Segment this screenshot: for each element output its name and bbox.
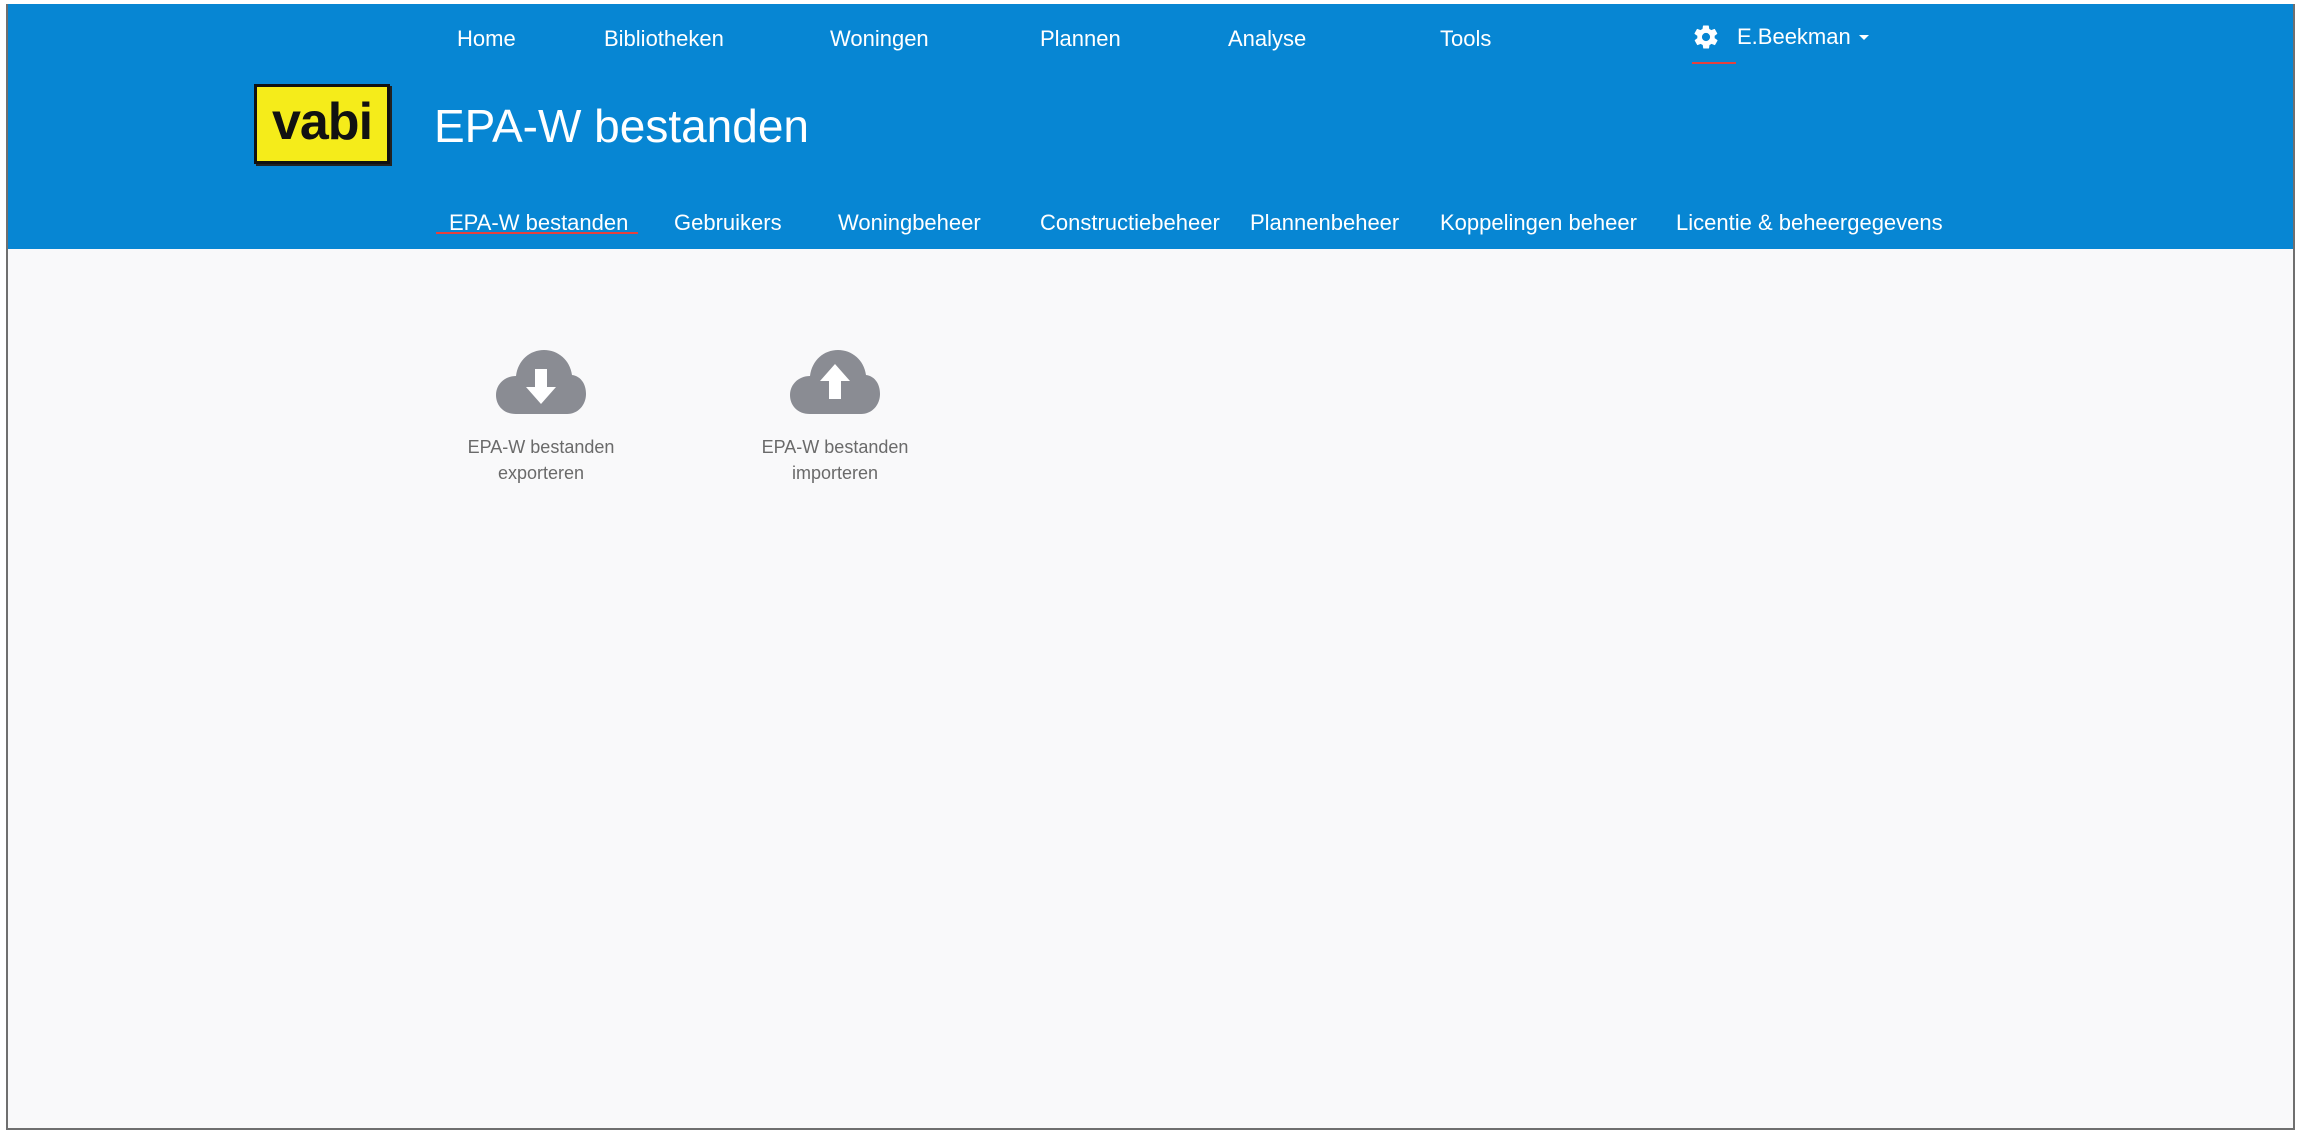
nav-tools[interactable]: Tools xyxy=(1440,26,1491,52)
cloud-upload-icon xyxy=(790,350,880,414)
subnav-woningbeheer[interactable]: Woningbeheer xyxy=(838,210,981,236)
gear-icon xyxy=(1694,25,1718,49)
logo-text: vabi xyxy=(271,93,373,151)
caret-down-icon xyxy=(1858,34,1869,40)
export-label-line1: EPA-W bestanden xyxy=(467,437,615,457)
subnav-koppelingen-beheer[interactable]: Koppelingen beheer xyxy=(1440,210,1637,236)
import-label-line2: importeren xyxy=(791,463,879,483)
subnav-plannenbeheer[interactable]: Plannenbeheer xyxy=(1250,210,1399,236)
nav-woningen[interactable]: Woningen xyxy=(830,26,929,52)
export-label: EPA-W bestanden exporteren xyxy=(441,434,641,486)
vabi-logo: vabi xyxy=(254,84,390,164)
nav-bibliotheken[interactable]: Bibliotheken xyxy=(604,26,724,52)
nav-plannen[interactable]: Plannen xyxy=(1040,26,1121,52)
user-menu-underline xyxy=(1692,62,1736,64)
subnav-licentie-beheergegevens[interactable]: Licentie & beheergegevens xyxy=(1676,210,1943,236)
nav-analyse[interactable]: Analyse xyxy=(1228,26,1306,52)
export-label-line2: exporteren xyxy=(497,463,585,483)
nav-home[interactable]: Home xyxy=(457,26,516,52)
import-label-line1: EPA-W bestanden xyxy=(761,437,909,457)
subnav-gebruikers[interactable]: Gebruikers xyxy=(674,210,782,236)
export-button[interactable]: EPA-W bestanden exporteren xyxy=(441,344,641,486)
active-tab-underline xyxy=(436,232,638,234)
user-menu[interactable]: E.Beekman xyxy=(1692,21,1869,53)
import-label: EPA-W bestanden importeren xyxy=(735,434,935,486)
subnav-constructiebeheer[interactable]: Constructiebeheer xyxy=(1040,210,1220,236)
page-title: EPA-W bestanden xyxy=(434,100,810,152)
cloud-download-icon xyxy=(496,350,586,414)
user-name: E.Beekman xyxy=(1737,24,1851,49)
header-bar: Home Bibliotheken Woningen Plannen Analy… xyxy=(8,4,2293,249)
app-window: Home Bibliotheken Woningen Plannen Analy… xyxy=(6,4,2295,1130)
import-button[interactable]: EPA-W bestanden importeren xyxy=(735,344,935,486)
